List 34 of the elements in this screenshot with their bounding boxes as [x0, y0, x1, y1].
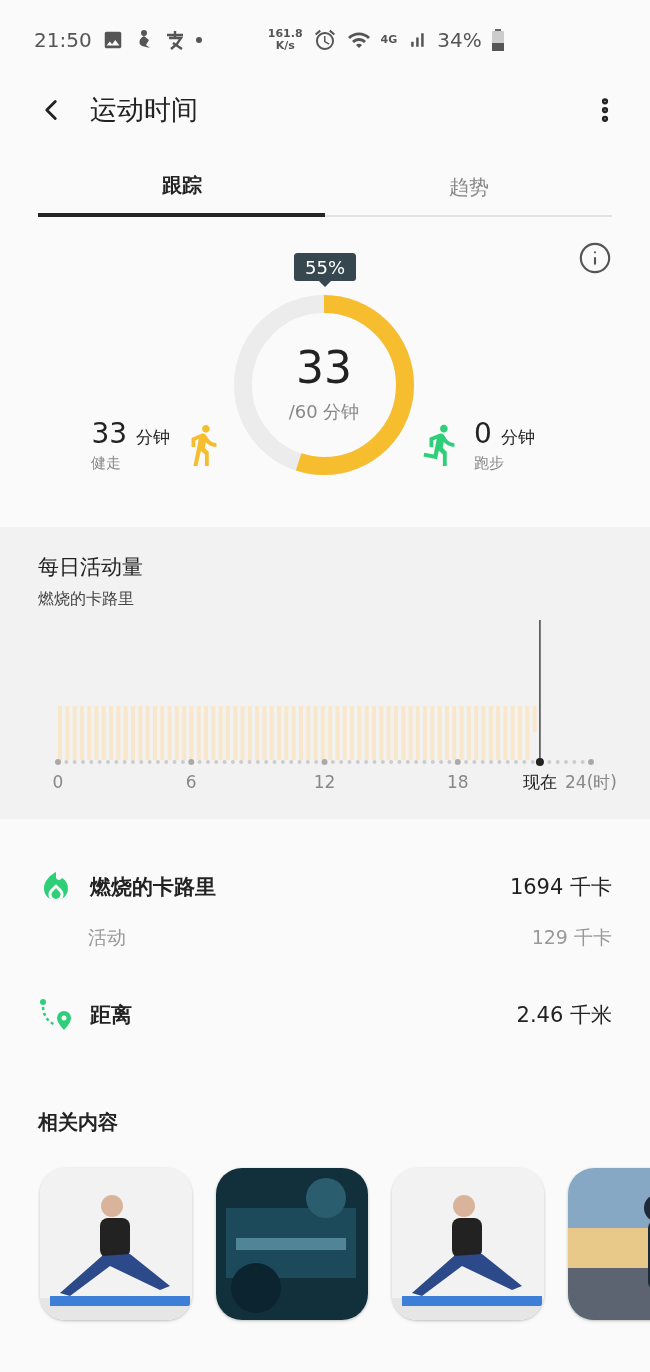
now-label: 现在: [522, 772, 557, 792]
battery-icon: [491, 29, 504, 51]
axis-label: 0: [52, 772, 64, 792]
network-speed: 161.8: [267, 28, 303, 40]
stat-value: 1694 千卡: [509, 874, 612, 901]
axis-label: 18: [446, 772, 469, 792]
goal-value: 33: [296, 346, 352, 390]
stat-sub-label: 活动: [88, 925, 127, 950]
activity-value: 0 分钟: [474, 417, 535, 450]
activity-label: 健走: [91, 454, 123, 473]
page-title: 运动时间: [90, 93, 199, 127]
goal-target: /60 分钟: [288, 400, 360, 424]
stat-sub-value: 129 千卡: [531, 925, 612, 950]
network-type: 4G: [380, 34, 398, 46]
activity-value: 33 分钟: [91, 417, 170, 450]
tab[interactable]: 跟踪: [38, 162, 325, 217]
network-speed-unit: K/s: [275, 40, 295, 52]
stat-label: 燃烧的卡路里: [90, 874, 217, 901]
info-icon[interactable]: [578, 241, 612, 275]
stat-value: 2.46 千米: [516, 1002, 612, 1029]
dot-icon: [195, 37, 202, 43]
axis-label: 24(时): [565, 772, 617, 792]
stat-label: 距离: [90, 1002, 133, 1029]
tab[interactable]: 趋势: [325, 164, 612, 217]
activity-label: 跑步: [474, 454, 505, 473]
axis-label: 12: [313, 772, 336, 792]
section-title: 相关内容: [38, 1109, 119, 1136]
section-title: 每日活动量: [38, 554, 144, 581]
alarm-icon: [312, 28, 337, 52]
section-subtitle: 燃烧的卡路里: [38, 589, 135, 610]
percent-badge: 55%: [294, 253, 356, 289]
axis-label: 6: [185, 772, 197, 792]
battery-percent: 34%: [437, 28, 482, 52]
clock-time: 21:50: [34, 28, 92, 52]
